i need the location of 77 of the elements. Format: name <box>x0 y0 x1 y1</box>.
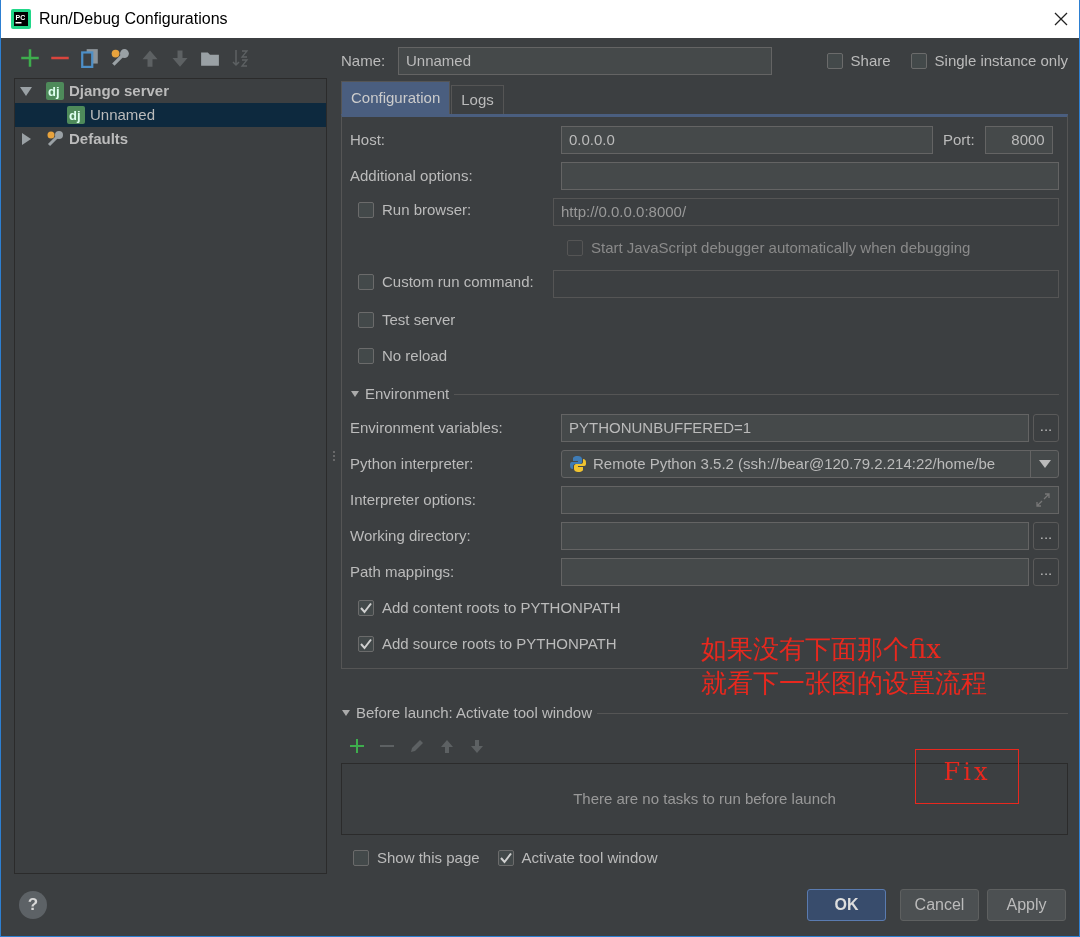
field-label: Working directory: <box>350 525 472 546</box>
expanded-arrow-icon[interactable] <box>341 708 351 718</box>
field-label: Python interpreter: <box>350 453 475 474</box>
checkbox-label: Custom run command: <box>382 272 534 293</box>
host-field[interactable]: 0.0.0.0 <box>561 126 933 154</box>
input-field[interactable]: PYTHONUNBUFFERED=1 <box>561 414 1029 442</box>
checkbox-label: Run browser: <box>382 200 472 221</box>
checkbox[interactable] <box>497 850 514 867</box>
browse-button[interactable]: ... <box>1033 414 1059 442</box>
annotation-text: 如果没有下面那个fix <box>701 633 942 666</box>
checkbox[interactable] <box>910 53 927 69</box>
python-icon <box>569 455 587 473</box>
checkbox[interactable] <box>358 600 374 616</box>
dialog-button[interactable]: Apply <box>987 889 1066 921</box>
checkbox-label: Start JavaScript debugger automatically when debugging <box>591 237 971 258</box>
field-label: Interpreter options: <box>350 489 477 510</box>
checkbox[interactable] <box>358 636 374 652</box>
expand-icon[interactable] <box>1035 492 1051 508</box>
tab[interactable]: Configuration <box>341 80 451 114</box>
help-button[interactable]: ? <box>19 891 47 919</box>
field-label: Path mappings: <box>350 561 456 582</box>
input-field[interactable] <box>553 270 1059 298</box>
checkbox[interactable] <box>353 850 369 867</box>
django-icon: dj <box>67 106 85 124</box>
checkbox[interactable] <box>826 53 843 69</box>
input-field[interactable] <box>561 486 1059 514</box>
checkbox[interactable] <box>358 312 374 328</box>
tab[interactable]: Logs <box>451 84 504 114</box>
window-title: Run/Debug Configurations <box>39 9 229 29</box>
field-label: Port: <box>943 129 975 150</box>
checkbox-label: Single instance only <box>934 50 1068 71</box>
input-field[interactable]: http://0.0.0.0:8000/ <box>553 198 1059 226</box>
field-label: Host: <box>350 129 386 150</box>
expanded-arrow-icon[interactable] <box>19 84 33 98</box>
checkbox[interactable] <box>358 348 374 364</box>
tree-item[interactable]: dj Django server <box>15 79 326 103</box>
copy-icon[interactable] <box>80 48 100 68</box>
interpreter-value: Remote Python 3.5.2 (ssh://bear@120.79.2.214:22/home/be <box>593 453 997 474</box>
add-icon[interactable] <box>349 738 365 754</box>
browse-button[interactable]: ... <box>1033 558 1059 586</box>
checkbox[interactable] <box>358 202 374 219</box>
add-icon[interactable] <box>20 48 40 68</box>
wrench-icon <box>46 130 64 148</box>
checkbox-label: Show this page <box>377 848 480 868</box>
dialog-button[interactable]: OK <box>807 889 886 921</box>
dialog-button[interactable]: Cancel <box>900 889 979 921</box>
wrench-icon[interactable] <box>110 48 130 68</box>
checkbox-label: No reload <box>382 345 448 366</box>
annotation-box: Fix <box>915 749 1019 804</box>
name-field[interactable]: Unnamed <box>398 47 772 75</box>
interpreter-dropdown[interactable]: Remote Python 3.5.2 (ssh://bear@120.79.2.214:22/home/be <box>561 450 1059 478</box>
checkbox-label: Activate tool window <box>521 848 658 868</box>
checkbox[interactable] <box>358 274 374 291</box>
tree-item[interactable]: dj Unnamed <box>15 103 326 127</box>
checkbox-label: Share <box>850 50 891 71</box>
section-title: Environment <box>365 383 450 404</box>
annotation-text: 就看下一张图的设置流程 <box>701 667 987 700</box>
empty-message: There are no tasks to run before launch <box>573 788 836 809</box>
field-label: Additional options: <box>350 165 474 186</box>
tree-item[interactable]: Defaults <box>15 127 326 151</box>
expanded-arrow-icon[interactable] <box>350 389 360 399</box>
input-field[interactable] <box>561 558 1029 586</box>
port-field[interactable]: 8000 <box>984 126 1053 154</box>
field-label: Environment variables: <box>350 417 504 438</box>
checkbox-label: Add content roots to PYTHONPATH <box>382 597 621 618</box>
checkbox-label: Add source roots to PYTHONPATH <box>382 633 617 654</box>
django-icon: dj <box>46 82 64 100</box>
close-icon[interactable] <box>1053 11 1069 27</box>
collapsed-arrow-icon[interactable] <box>19 132 33 146</box>
input-field[interactable] <box>561 522 1029 550</box>
dropdown-arrow-icon <box>1038 459 1051 469</box>
name-label: Name: <box>341 50 387 71</box>
browse-button[interactable]: ... <box>1033 522 1059 550</box>
section-title: Before launch: Activate tool window <box>356 702 592 723</box>
splitter-handle-icon[interactable] <box>332 450 336 462</box>
checkbox-label: Test server <box>382 309 456 330</box>
input-field[interactable] <box>561 162 1059 190</box>
